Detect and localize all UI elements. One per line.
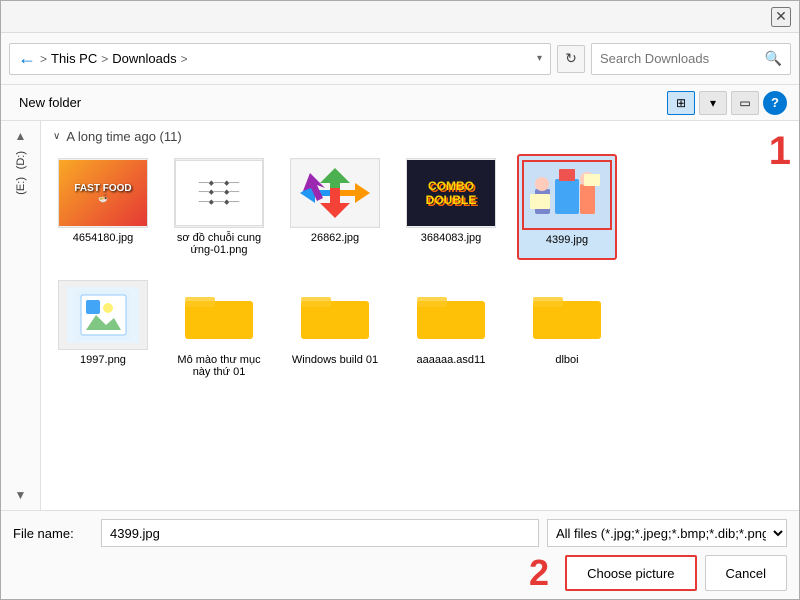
file-name-label: 4399.jpg xyxy=(546,234,588,246)
cancel-button[interactable]: Cancel xyxy=(705,555,787,591)
action-bar: New folder ⊞ ▾ ▭ ? xyxy=(1,85,799,121)
view-tiles-button[interactable]: ⊞ xyxy=(667,91,695,115)
file-thumbnail: FAST FOOD 🍜 xyxy=(59,160,147,226)
new-folder-button[interactable]: New folder xyxy=(13,93,87,112)
filename-input[interactable] xyxy=(101,519,539,547)
sidebar-item-e[interactable]: (E:) xyxy=(15,177,27,195)
toolbar: ← > This PC > Downloads > ▾ ↻ 🔍 xyxy=(1,33,799,85)
group-header: ∨ A long time ago (11) xyxy=(53,129,787,144)
main-area: ▲ (D:) (E:) ▼ ∨ A long time ago (11) FAS… xyxy=(1,121,799,510)
file-thumbnail: ──◆──◆────◆──◆────◆──◆── xyxy=(175,160,263,226)
file-thumbnail xyxy=(291,160,379,226)
action-row: 2 Choose picture Cancel xyxy=(13,555,787,591)
sidebar: ▲ (D:) (E:) ▼ xyxy=(1,121,41,510)
sidebar-up-arrow-icon[interactable]: ▲ xyxy=(15,129,27,143)
bottom-bar: File name: All files (*.jpg;*.jpeg;*.bmp… xyxy=(1,510,799,599)
refresh-button[interactable]: ↻ xyxy=(557,45,585,73)
group-toggle-icon[interactable]: ∨ xyxy=(53,131,60,142)
sidebar-item-d[interactable]: (D:) xyxy=(15,151,27,169)
file-item[interactable]: 1997.png xyxy=(53,276,153,382)
folders-grid: 1997.png Mô mào thư mục này thứ 01 xyxy=(53,276,787,382)
breadcrumb[interactable]: ← > This PC > Downloads > ▾ xyxy=(9,43,551,75)
files-grid: FAST FOOD 🍜 4654180.jpg ──◆──◆────◆──◆──… xyxy=(53,154,787,260)
file-name-label: 3684083.jpg xyxy=(421,232,482,244)
file-name-label: 4654180.jpg xyxy=(73,232,134,244)
file-name-label: 1997.png xyxy=(80,354,126,366)
filetype-select[interactable]: All files (*.jpg;*.jpeg;*.bmp;*.dib;*.pn… xyxy=(547,519,787,547)
search-box: 🔍 xyxy=(591,43,791,75)
filename-label: File name: xyxy=(13,526,93,541)
view-pane-button[interactable]: ▭ xyxy=(731,91,759,115)
folder-item[interactable]: dlboi xyxy=(517,276,617,382)
breadcrumb-chevron-icon[interactable]: ▾ xyxy=(537,53,542,64)
folder-name-label: aaaaaa.asd11 xyxy=(417,354,486,366)
choose-picture-button[interactable]: Choose picture xyxy=(565,555,696,591)
file-area: ∨ A long time ago (11) FAST FOOD 🍜 46541… xyxy=(41,121,799,510)
file-item[interactable]: 26862.jpg xyxy=(285,154,385,260)
pane-icon: ▭ xyxy=(739,96,750,110)
folder-icon xyxy=(531,287,603,343)
folder-icon xyxy=(415,287,487,343)
group-label: A long time ago (11) xyxy=(66,129,181,144)
folder-item[interactable]: Windows build 01 xyxy=(285,276,385,382)
folder-name-label: Windows build 01 xyxy=(292,354,378,366)
close-button[interactable]: ✕ xyxy=(771,7,791,27)
sep3: > xyxy=(181,52,188,66)
view-controls: ⊞ ▾ ▭ ? xyxy=(667,91,787,115)
file-item[interactable]: ──◆──◆────◆──◆────◆──◆── sơ đồ chuỗi cun… xyxy=(169,154,269,260)
sep1: > xyxy=(40,52,47,66)
sep2: > xyxy=(101,52,108,66)
indicator-1: 1 xyxy=(769,129,791,174)
back-arrow-icon: ← xyxy=(18,48,36,69)
this-pc-label: This PC xyxy=(51,51,97,66)
search-icon: 🔍 xyxy=(765,50,782,67)
folder-item[interactable]: Mô mào thư mục này thứ 01 xyxy=(169,276,269,382)
sidebar-down-arrow-icon[interactable]: ▼ xyxy=(15,488,27,502)
file-item-selected[interactable]: 4399.jpg xyxy=(517,154,617,260)
file-name-label: 26862.jpg xyxy=(311,232,359,244)
folder-name-label: Mô mào thư mục này thứ 01 xyxy=(173,354,265,378)
folder-icon xyxy=(183,287,255,343)
downloads-label: Downloads xyxy=(112,51,176,66)
file-name-label: sơ đồ chuỗi cung ứng-01.png xyxy=(173,232,265,256)
view-chevron-button[interactable]: ▾ xyxy=(699,91,727,115)
file-thumbnail: COMBODOUBLE xyxy=(407,160,495,226)
file-item[interactable]: COMBODOUBLE 3684083.jpg xyxy=(401,154,501,260)
tiles-icon: ⊞ xyxy=(676,96,686,110)
filename-row: File name: All files (*.jpg;*.jpeg;*.bmp… xyxy=(13,519,787,547)
file-thumbnail xyxy=(524,162,610,228)
search-input[interactable] xyxy=(600,51,759,66)
file-thumbnail xyxy=(67,287,139,343)
title-bar: ✕ xyxy=(1,1,799,33)
file-item[interactable]: FAST FOOD 🍜 4654180.jpg xyxy=(53,154,153,260)
folder-item[interactable]: aaaaaa.asd11 xyxy=(401,276,501,382)
indicator-2: 2 xyxy=(529,555,549,591)
help-button[interactable]: ? xyxy=(763,91,787,115)
folder-name-label: dlboi xyxy=(555,354,578,366)
file-dialog: ✕ ← > This PC > Downloads > ▾ ↻ 🔍 New fo… xyxy=(0,0,800,600)
folder-icon xyxy=(299,287,371,343)
